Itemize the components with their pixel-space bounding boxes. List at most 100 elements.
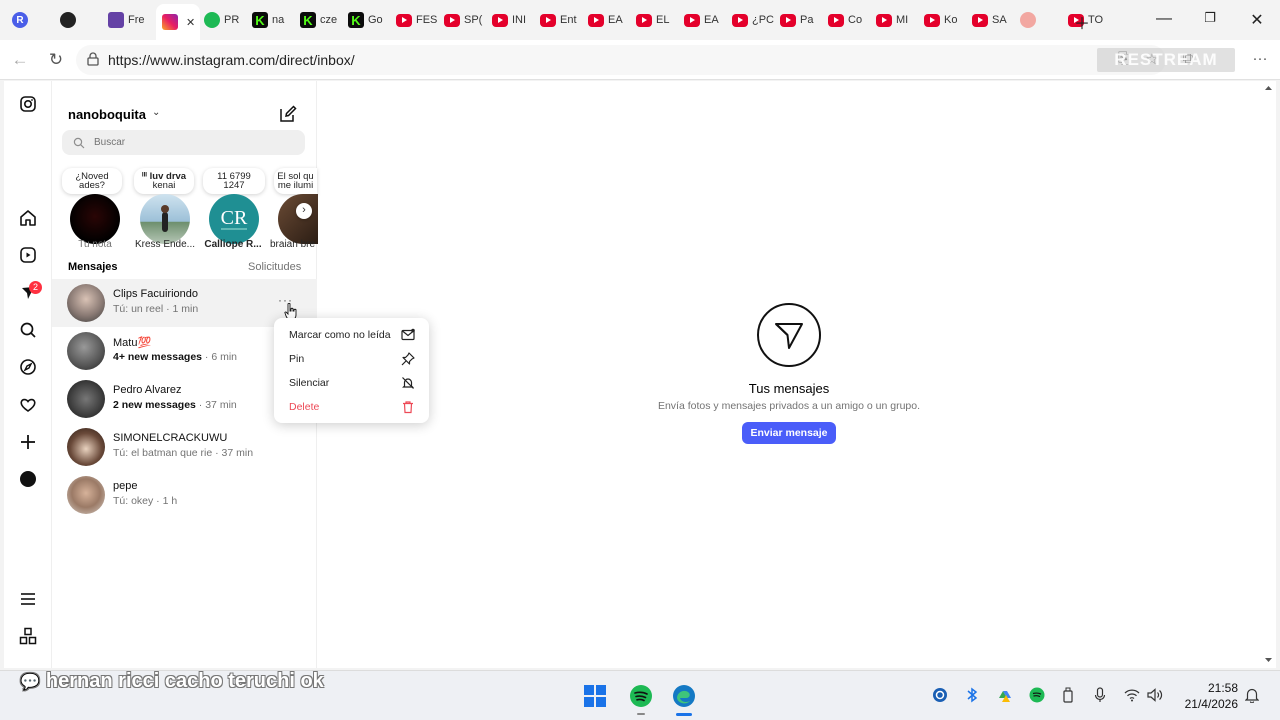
story-name: Kress Ende...	[134, 239, 196, 250]
browser-tab[interactable]: SA	[972, 8, 1018, 32]
create-plus-icon[interactable]	[16, 430, 40, 454]
url-field[interactable]: https://www.instagram.com/direct/inbox/	[76, 45, 1166, 75]
send-message-button[interactable]: Enviar mensaje	[742, 422, 836, 444]
conversation-name: pepe	[113, 480, 138, 492]
story-avatar[interactable]: CR	[209, 194, 259, 244]
bluetooth-icon[interactable]	[963, 686, 981, 704]
paper-plane-icon	[757, 303, 821, 367]
notification-bell-icon[interactable]	[1243, 686, 1261, 704]
site-info-icon[interactable]	[86, 52, 100, 69]
reload-button[interactable]: ↻	[45, 50, 67, 70]
tab-label: Co	[848, 14, 863, 26]
microphone-icon[interactable]	[1091, 686, 1109, 704]
youtube-icon	[444, 13, 460, 27]
windows-start-icon[interactable]	[584, 685, 606, 712]
explore-icon[interactable]	[16, 355, 40, 379]
browser-tab[interactable]: Kcze	[300, 8, 346, 32]
story-avatar[interactable]	[278, 194, 318, 244]
tab-label: PR	[224, 14, 240, 26]
note-bubble[interactable]: El sol qu me ilumi	[274, 168, 317, 194]
reels-icon[interactable]	[16, 243, 40, 267]
wifi-icon[interactable]	[1123, 686, 1141, 704]
close-tab-icon[interactable]: ✕	[186, 16, 195, 29]
browser-tab[interactable]: Ent	[540, 8, 586, 32]
youtube-icon	[876, 13, 892, 27]
site-icon	[1020, 12, 1036, 28]
timestamp: · 37 min	[195, 399, 237, 411]
menu-item-delete[interactable]: Delete	[289, 401, 319, 413]
volume-icon[interactable]	[1147, 686, 1165, 704]
requests-link[interactable]: Solicitudes	[248, 261, 301, 273]
youtube-icon	[684, 13, 700, 27]
note-bubble[interactable]: ¿Noved ades?	[62, 168, 122, 194]
close-window-button[interactable]: ✕	[1247, 10, 1267, 30]
conversation-row[interactable]: pepe Tú: okey · 1 h	[52, 471, 317, 519]
chevron-right-icon[interactable]: ›	[296, 203, 312, 219]
conversation-preview: 2 new messages · 37 min	[113, 399, 237, 411]
browser-tab[interactable]: EL	[636, 8, 682, 32]
browser-tab[interactable]: FES	[396, 8, 442, 32]
tab-label: MI	[896, 14, 909, 26]
menu-icon[interactable]	[16, 587, 40, 611]
notification-badge: 2	[29, 281, 42, 294]
story-avatar[interactable]	[140, 194, 190, 244]
instagram-logo-icon[interactable]	[16, 92, 40, 116]
browser-tab[interactable]: INI	[492, 8, 538, 32]
account-username[interactable]: nanoboquita	[68, 107, 146, 122]
clock-date[interactable]: 21/4/2026	[1170, 697, 1238, 711]
security-tray-icon[interactable]	[931, 686, 949, 704]
more-menu-icon[interactable]: ···	[1249, 50, 1271, 67]
clock-time[interactable]: 21:58	[1180, 681, 1238, 695]
browser-tab-strip: R Fre ✕ PR Kna Kcze K Go FES SP(INI Ent EA EL EA ¿PC Pa…	[0, 0, 1280, 40]
minimize-button[interactable]: —	[1154, 10, 1174, 28]
home-icon[interactable]	[16, 206, 40, 230]
browser-tab[interactable]: Ko	[924, 8, 970, 32]
page-scrollbar[interactable]	[1261, 81, 1276, 668]
spotify-tray-icon[interactable]	[1028, 686, 1046, 704]
profile-avatar-icon[interactable]	[16, 467, 40, 491]
search-input[interactable]: Buscar	[62, 130, 305, 155]
browser-tab[interactable]: ¿PC	[732, 8, 778, 32]
compose-message-button[interactable]	[278, 104, 298, 124]
usb-device-icon[interactable]	[1059, 686, 1077, 704]
youtube-icon	[924, 13, 940, 27]
meta-apps-icon[interactable]	[16, 624, 40, 648]
edge-browser-icon[interactable]	[672, 684, 696, 713]
restore-button[interactable]: ❐	[1200, 10, 1220, 26]
avatar	[67, 476, 105, 514]
youtube-icon	[972, 13, 988, 27]
messages-heading: Mensajes	[68, 261, 118, 273]
browser-tab[interactable]: Fre	[108, 8, 154, 32]
spotify-icon[interactable]	[629, 684, 653, 713]
browser-tab[interactable]: MI	[876, 8, 922, 32]
kick-icon: K	[348, 12, 364, 28]
browser-tab[interactable]: EA	[588, 8, 634, 32]
menu-item-pin[interactable]: Pin	[289, 353, 304, 365]
browser-tab[interactable]: PR	[204, 8, 250, 32]
browser-tab[interactable]	[60, 8, 106, 32]
youtube-icon	[732, 13, 748, 27]
browser-tab[interactable]: Kna	[252, 8, 298, 32]
tab-active[interactable]: ✕	[156, 4, 200, 40]
search-icon[interactable]	[16, 318, 40, 342]
chevron-down-icon[interactable]: ⌄	[152, 107, 160, 118]
browser-tab[interactable]	[1020, 8, 1066, 32]
browser-tab[interactable]: Pa	[780, 8, 826, 32]
conversation-row[interactable]: SIMONELCRACKUWU Tú: el batman que rie · …	[52, 423, 317, 471]
conversation-preview: Tú: okey · 1 h	[113, 495, 178, 507]
back-button[interactable]: ←	[9, 50, 31, 70]
story-avatar[interactable]	[70, 194, 120, 244]
browser-tab[interactable]: EA	[684, 8, 730, 32]
browser-tab[interactable]: Co	[828, 8, 874, 32]
tab-label: EA	[608, 14, 623, 26]
heart-icon[interactable]	[16, 393, 40, 417]
browser-tab[interactable]: R	[12, 8, 58, 32]
running-indicator	[637, 713, 645, 715]
new-tab-button[interactable]: ＋	[1072, 10, 1092, 34]
browser-tab[interactable]: SP(	[444, 8, 490, 32]
avatar	[67, 332, 105, 370]
note-bubble[interactable]: ᴵᴵᴵ luv drva kenai	[134, 168, 194, 194]
drive-warning-icon[interactable]	[996, 686, 1014, 704]
browser-tab[interactable]: K Go	[348, 8, 394, 32]
note-bubble[interactable]: 11 6799 1247	[203, 168, 265, 194]
